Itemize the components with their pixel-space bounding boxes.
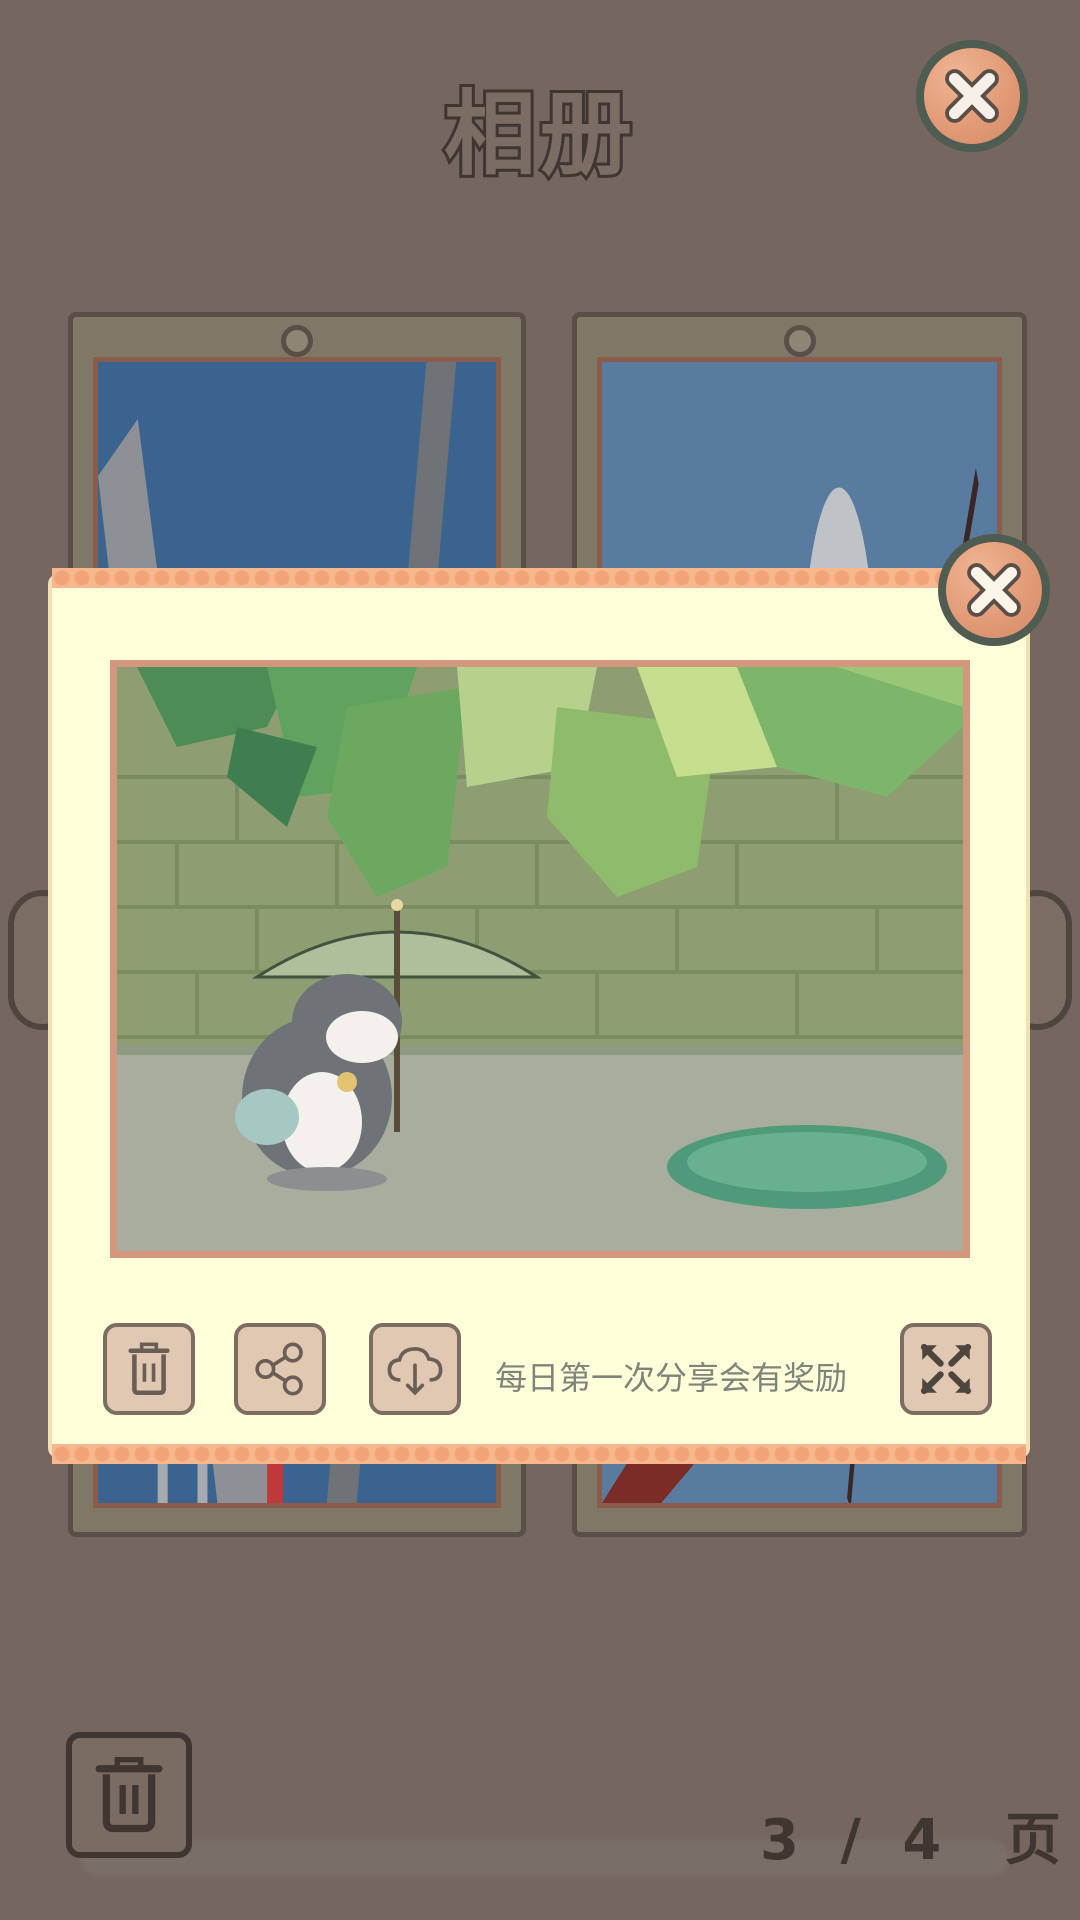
page-separator: /	[840, 1808, 863, 1873]
album-close-button[interactable]	[916, 40, 1028, 152]
frame-hook	[783, 325, 816, 357]
fullscreen-button[interactable]	[900, 1323, 992, 1415]
close-icon	[945, 69, 999, 123]
share-icon	[255, 1342, 303, 1396]
popup-top-border	[52, 568, 1026, 588]
download-button[interactable]	[369, 1323, 461, 1415]
popup-bottom-border	[52, 1444, 1026, 1464]
close-icon	[967, 563, 1021, 617]
frame-hook	[281, 325, 313, 357]
trash-icon	[128, 1342, 170, 1396]
page-unit: 页	[1004, 1808, 1063, 1873]
bottom-delete-button[interactable]	[66, 1732, 192, 1858]
fullscreen-icon	[920, 1343, 972, 1395]
share-button[interactable]	[234, 1323, 326, 1415]
enlarged-photo[interactable]	[110, 660, 970, 1258]
delete-photo-button[interactable]	[103, 1323, 195, 1415]
share-reward-hint: 每日第一次分享会有奖励	[495, 1359, 848, 1397]
page-indicator: 3 / 4 页	[760, 1795, 1063, 1876]
trash-icon	[95, 1757, 163, 1833]
total-pages: 4	[902, 1808, 944, 1873]
popup-close-button[interactable]	[938, 534, 1050, 646]
current-page: 3	[760, 1808, 801, 1873]
cloud-download-icon	[387, 1347, 443, 1396]
